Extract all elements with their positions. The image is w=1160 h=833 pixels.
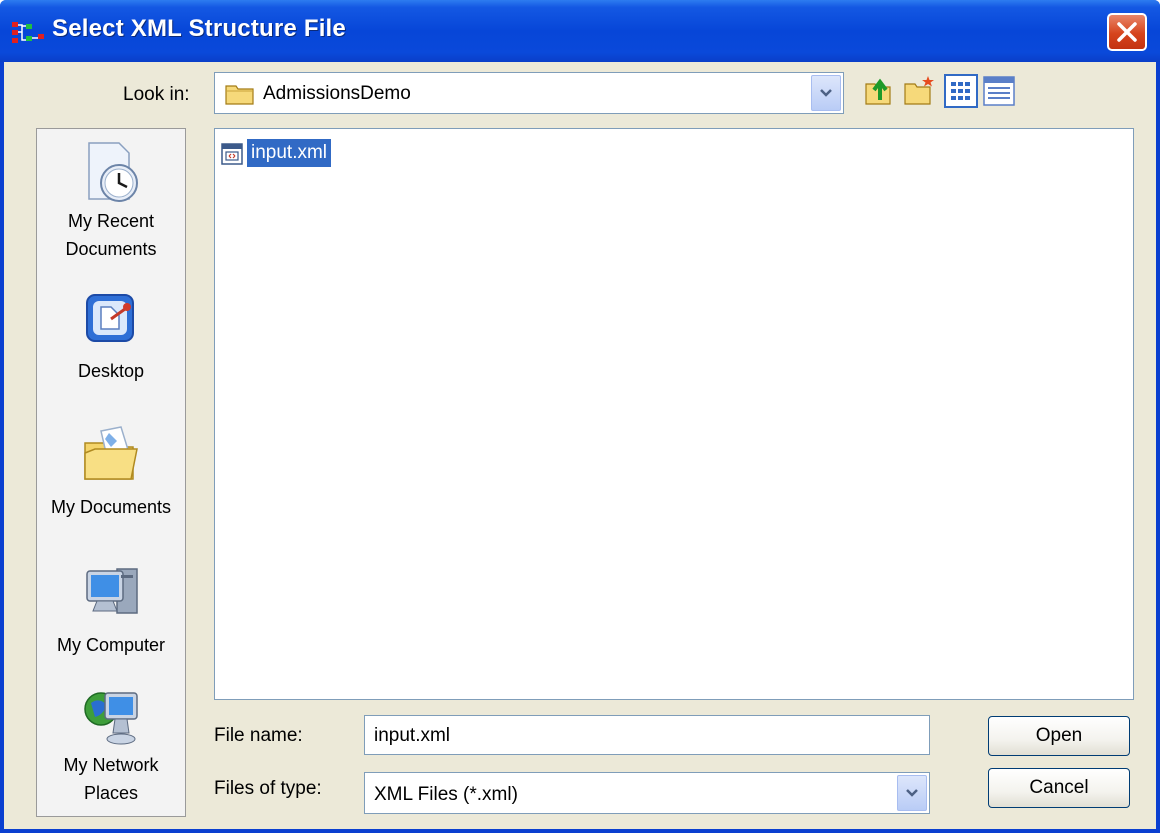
chevron-down-icon (906, 789, 918, 797)
place-label-network-2: Places (83, 783, 139, 803)
look-in-value: AdmissionsDemo (263, 83, 411, 104)
file-name-input[interactable]: input.xml (364, 715, 930, 755)
file-name-label: input.xml (247, 139, 332, 167)
files-of-type-value: XML Files (*.xml) (374, 784, 518, 805)
file-open-dialog: Select XML Structure File Look in: Admis… (0, 0, 1160, 833)
places-bar: My Recent Documents Desktop My Documents (36, 128, 186, 817)
details-view-icon[interactable] (982, 74, 1016, 108)
xml-file-icon (221, 143, 243, 165)
network-places-icon (84, 692, 138, 745)
chevron-down-icon (820, 89, 832, 97)
place-my-documents[interactable]: My Documents (37, 421, 185, 521)
place-my-computer[interactable]: My Computer (37, 559, 185, 659)
place-label-my-computer: My Computer (56, 635, 166, 655)
place-label-recent-2: Documents (65, 239, 157, 259)
create-new-folder-icon[interactable] (902, 74, 936, 108)
title-bar[interactable]: Select XML Structure File (0, 0, 1160, 62)
cancel-button[interactable]: Cancel (988, 768, 1130, 808)
desktop-icon (86, 294, 134, 342)
window-title: Select XML Structure File (52, 15, 346, 42)
close-icon (1117, 22, 1137, 42)
look-in-label: Look in: (123, 84, 190, 105)
file-item[interactable]: input.xml (219, 139, 351, 169)
file-name-value: input.xml (374, 725, 451, 746)
open-button[interactable]: Open (988, 716, 1130, 756)
close-button[interactable] (1107, 13, 1147, 51)
place-desktop[interactable]: Desktop (37, 287, 185, 387)
folder-icon (225, 85, 254, 105)
look-in-dropdown[interactable]: AdmissionsDemo (214, 72, 844, 114)
files-of-type-dropdown-button[interactable] (897, 775, 927, 811)
look-in-dropdown-button[interactable] (811, 75, 841, 111)
list-view-icon[interactable] (944, 74, 978, 108)
my-documents-icon (84, 426, 138, 480)
xml-structure-app-icon (12, 22, 44, 43)
place-label-my-documents: My Documents (50, 497, 172, 517)
file-list[interactable]: input.xml (214, 128, 1134, 700)
place-recent-documents[interactable]: My Recent Documents (37, 137, 185, 267)
place-label-network-1: My Network (63, 755, 159, 775)
my-computer-icon (86, 568, 138, 614)
file-name-label: File name: (214, 725, 303, 746)
place-network[interactable]: My Network Places (37, 679, 185, 809)
recent-documents-icon (88, 142, 138, 202)
files-of-type-label: Files of type: (214, 778, 322, 799)
files-of-type-dropdown[interactable]: XML Files (*.xml) (364, 772, 930, 814)
place-label-desktop: Desktop (77, 361, 145, 381)
up-one-level-icon[interactable] (862, 74, 896, 108)
place-label-recent-1: My Recent (67, 211, 155, 231)
